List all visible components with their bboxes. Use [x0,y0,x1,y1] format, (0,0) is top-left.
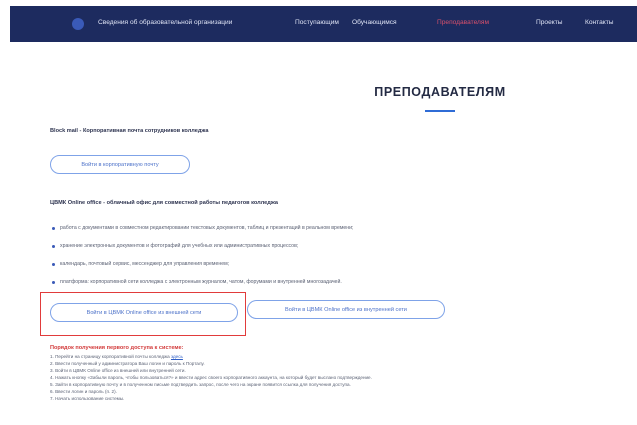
step-item: 5. Зайти в корпоративную почту и в получ… [50,382,351,387]
top-navbar: Сведения об образовательной организации … [10,6,637,42]
nav-item-projects[interactable]: Проекты [536,19,562,26]
office-internal-button[interactable]: Войти в ЦВМК Online office из внутренней… [247,300,445,319]
step-item: 7. Начать использование системы. [50,396,125,401]
bullet-icon [52,280,55,284]
nav-item-students[interactable]: Обучающимся [352,19,397,26]
step-item: 2. Ввести полученный у администратора Ва… [50,361,205,366]
nav-item-applicants[interactable]: Поступающим [295,19,339,26]
office-external-button[interactable]: Войти в ЦВМК Online office из внешней се… [50,303,238,322]
list-item: хранение электронных документов и фотогр… [52,243,299,249]
mail-heading: Block mail - Корпоративная почта сотрудн… [50,128,209,134]
title-underline [425,110,455,112]
office-heading: ЦВМК Online office - облачный офис для с… [50,200,278,206]
nav-item-organization[interactable]: Сведения об образовательной организации [98,19,232,26]
list-item-text: хранение электронных документов и фотогр… [60,243,299,249]
step-text: 1. Перейти на страницу корпоративной поч… [50,354,171,359]
nav-item-teachers[interactable]: Преподавателям [437,19,489,26]
list-item: календарь, почтовый сервис, мессенджер д… [52,261,230,267]
logo-icon[interactable] [72,18,84,30]
list-item: работа с документами в совместном редакт… [52,225,354,231]
step-item: 3. Войти в ЦВМК Online office из внешней… [50,368,186,373]
list-item-text: работа с документами в совместном редакт… [60,225,354,231]
list-item: платформа: корпоративной сети колледжа с… [52,279,342,285]
list-item-text: календарь, почтовый сервис, мессенджер д… [60,261,230,267]
step-item: 6. Ввести логин и пароль (п. 2). [50,389,117,394]
list-item-text: платформа: корпоративной сети колледжа с… [60,279,342,285]
bullet-icon [52,262,55,266]
step-item: 4. Нажать кнопку «Забыли пароль, чтобы п… [50,375,372,380]
steps-heading: Порядок получения первого доступа к сист… [50,345,184,351]
step-item: 1. Перейти на страницу корпоративной поч… [50,354,183,359]
nav-item-contacts[interactable]: Контакты [585,19,613,26]
page-title: ПРЕПОДАВАТЕЛЯМ [374,85,506,99]
bullet-icon [52,226,55,230]
bullet-icon [52,244,55,248]
open-mail-button[interactable]: Войти в корпоративную почту [50,155,190,174]
mail-link[interactable]: здесь [171,354,183,359]
